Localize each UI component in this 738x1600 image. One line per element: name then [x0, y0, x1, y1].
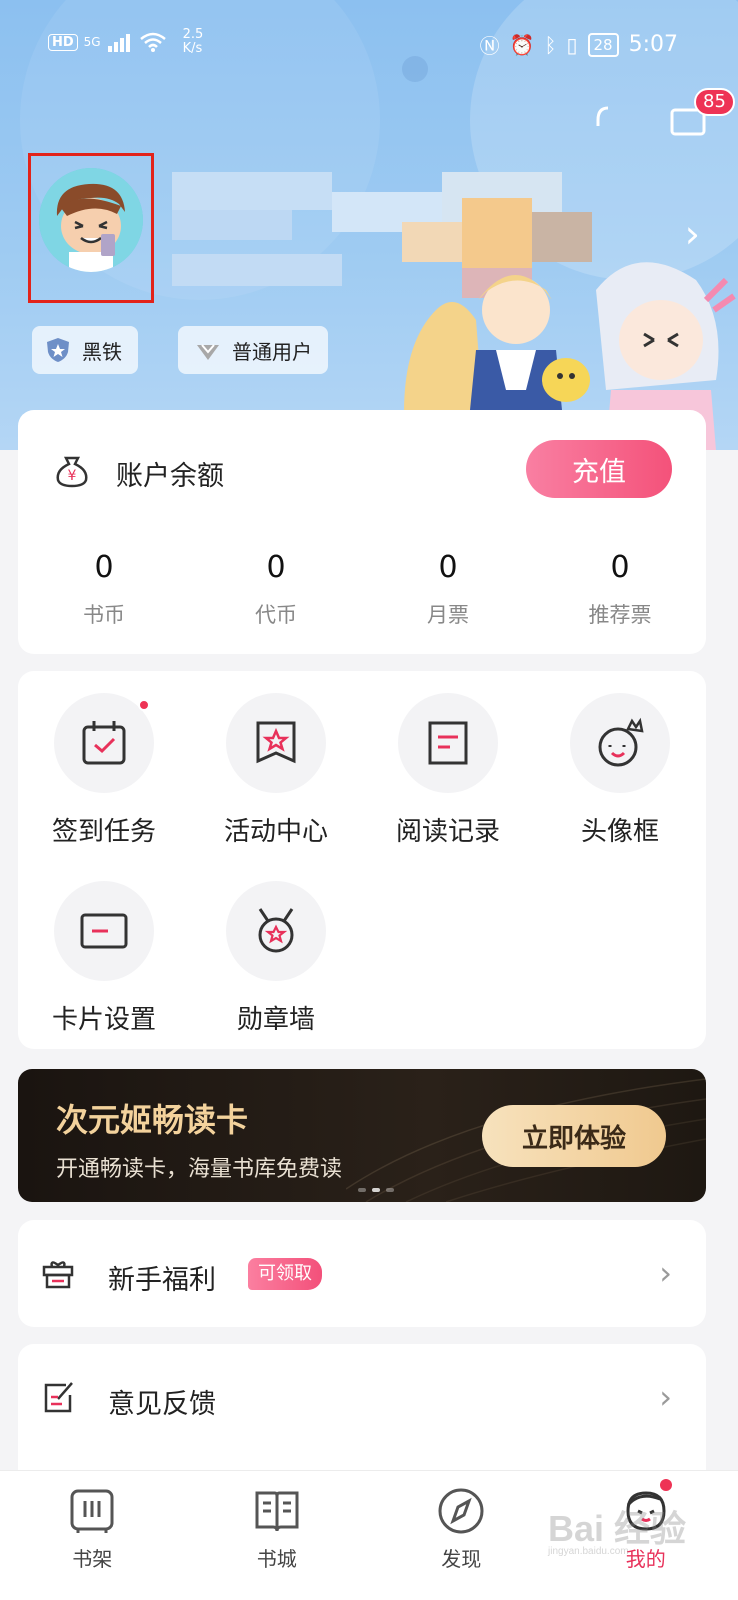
- stat-label: 书币: [83, 603, 125, 627]
- feedback-label: 意见反馈: [108, 1389, 216, 1420]
- watermark-text: Bai 经验: [548, 1508, 687, 1549]
- try-now-button[interactable]: 立即体验: [482, 1105, 666, 1167]
- notification-dot: [659, 1479, 672, 1491]
- stat-value: 0: [266, 550, 286, 585]
- bookshelf-icon: [70, 1489, 114, 1533]
- watermark-url: jingyan.baidu.com: [548, 1546, 629, 1557]
- headset-icon[interactable]: [588, 100, 628, 140]
- chevron-right-icon: ›: [659, 1378, 672, 1416]
- reading-card-banner[interactable]: 次元姬畅读卡 开通畅读卡，海量书库免费读 立即体验: [18, 1069, 706, 1202]
- vibrate-icon: ▯: [566, 32, 578, 57]
- tab-bookshelf[interactable]: 书架: [0, 1471, 185, 1600]
- alarm-icon: ⏰: [509, 32, 535, 57]
- balance-title: 账户余额: [116, 461, 224, 492]
- calendar-check-icon: [82, 721, 126, 765]
- level-badge-label: 黑铁: [82, 339, 122, 364]
- net-speed: 2.5 K/s: [183, 28, 204, 56]
- balance-card: ¥ 账户余额 充值 0 书币 0 代币 0 月票 0 推荐票: [18, 410, 706, 654]
- newbie-welfare-row[interactable]: 新手福利 可领取 ›: [18, 1220, 706, 1327]
- user-type-label: 普通用户: [232, 339, 312, 364]
- feature-label: 签到任务: [51, 817, 156, 847]
- feature-label: 活动中心: [223, 817, 328, 847]
- tab-label: 发现: [441, 1547, 482, 1571]
- profile-header: HD 5G 2.5 K/s Ⓝ ⏰ ᛒ ▯ 28 5:07 85 › 黑铁 普通…: [0, 0, 738, 450]
- recharge-button[interactable]: 充值: [526, 440, 672, 498]
- diamond-icon: [197, 344, 219, 360]
- banner-title: 次元姬畅读卡: [56, 1101, 249, 1139]
- stat-value: 0: [94, 550, 114, 585]
- feature-label: 头像框: [580, 817, 659, 847]
- user-type-badge[interactable]: 普通用户: [178, 326, 328, 374]
- carousel-indicator: [358, 1188, 394, 1192]
- avatar-highlight[interactable]: [28, 153, 154, 303]
- stat-recommend-tickets[interactable]: 0 推荐票: [534, 550, 706, 629]
- shield-icon: [47, 338, 69, 362]
- message-count-badge: 85: [694, 88, 735, 116]
- stat-monthly-tickets[interactable]: 0 月票: [362, 550, 534, 629]
- speed-unit: K/s: [182, 41, 203, 56]
- signal-icon: [107, 34, 130, 52]
- tab-discover[interactable]: 发现: [369, 1471, 554, 1600]
- clock: 5:07: [628, 32, 678, 57]
- stat-label: 代币: [255, 603, 297, 627]
- chevron-right-icon: ›: [659, 1254, 672, 1292]
- feature-avatar-frame[interactable]: 头像框: [534, 693, 706, 848]
- notification-dot: [138, 699, 150, 711]
- compass-icon: [438, 1488, 484, 1534]
- claimable-tag: 可领取: [248, 1258, 322, 1290]
- feature-card-settings[interactable]: 卡片设置: [18, 881, 190, 1036]
- card-icon: [80, 913, 128, 949]
- book-icon: [255, 1491, 299, 1532]
- nfc-icon: Ⓝ: [479, 34, 500, 58]
- level-badge[interactable]: 黑铁: [32, 326, 138, 374]
- feature-reading-history[interactable]: 阅读记录: [362, 693, 534, 848]
- money-bag-icon: ¥: [56, 456, 88, 488]
- document-icon: [428, 721, 468, 765]
- star-ribbon-icon: [256, 721, 296, 764]
- avatar[interactable]: [39, 168, 143, 272]
- stat-tokens[interactable]: 0 代币: [190, 550, 362, 629]
- status-bar: HD 5G 2.5 K/s Ⓝ ⏰ ᛒ ▯ 28 5:07: [0, 28, 738, 64]
- banner-subtitle: 开通畅读卡，海量书库免费读: [56, 1157, 343, 1182]
- bluetooth-icon: ᛒ: [544, 32, 557, 57]
- hd-indicator: HD: [48, 33, 78, 51]
- medal-icon: [258, 908, 294, 953]
- svg-text:¥: ¥: [68, 468, 77, 484]
- feature-activity[interactable]: 活动中心: [190, 693, 362, 848]
- features-grid: 签到任务 活动中心 阅读记录 头像框 卡片设置 勋章墙: [18, 671, 706, 1049]
- tab-bookstore[interactable]: 书城: [185, 1471, 370, 1600]
- battery-indicator: 28: [587, 32, 619, 57]
- message-button[interactable]: 85: [668, 88, 735, 140]
- network-type: 5G: [83, 34, 101, 49]
- feature-label: 勋章墙: [236, 1005, 315, 1035]
- baidu-watermark: Bai 经验 jingyan.baidu.com: [548, 1500, 698, 1560]
- tab-label: 书城: [256, 1547, 297, 1571]
- stat-coins[interactable]: 0 书币: [18, 550, 190, 629]
- speed-value: 2.5: [182, 27, 204, 42]
- stat-label: 月票: [427, 603, 469, 627]
- gift-icon: [42, 1261, 74, 1289]
- feature-medal-wall[interactable]: 勋章墙: [190, 881, 362, 1036]
- feature-checkin[interactable]: 签到任务: [18, 693, 190, 848]
- feedback-row[interactable]: 意见反馈 ›: [18, 1344, 706, 1470]
- tab-label: 书架: [72, 1547, 113, 1571]
- stat-label: 推荐票: [588, 603, 652, 627]
- wifi-icon: [139, 32, 166, 52]
- stat-value: 0: [610, 550, 630, 585]
- feature-label: 卡片设置: [51, 1005, 156, 1035]
- welfare-label: 新手福利: [108, 1265, 216, 1296]
- edit-icon: [44, 1382, 73, 1413]
- stat-value: 0: [438, 550, 458, 585]
- crown-face-icon: [598, 717, 644, 767]
- feature-label: 阅读记录: [395, 817, 500, 847]
